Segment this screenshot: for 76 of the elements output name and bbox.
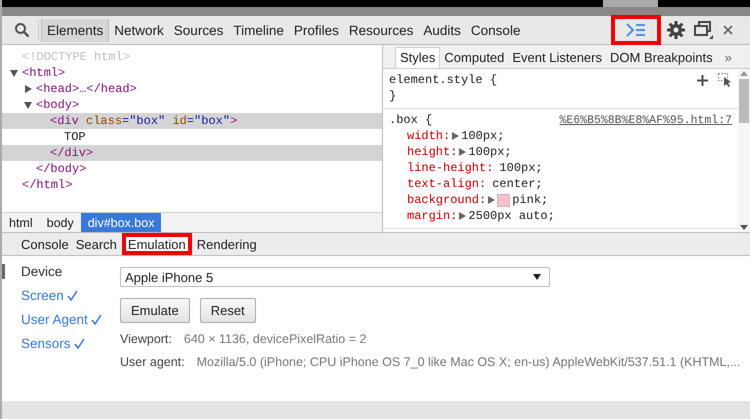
panel-tab[interactable]: Profiles bbox=[288, 18, 344, 42]
css-selector: .box { bbox=[389, 112, 432, 128]
device-select[interactable]: Apple iPhone 5 bbox=[120, 267, 550, 287]
info-value: 640 × 1136, devicePixelRatio = 2 bbox=[184, 332, 366, 346]
action-button[interactable]: Reset bbox=[200, 298, 256, 323]
panel-tab[interactable]: Audits bbox=[418, 18, 466, 42]
emulation-section-item[interactable]: Device bbox=[2, 264, 62, 279]
dock-icon[interactable] bbox=[694, 21, 714, 39]
dom-node[interactable]: <body> bbox=[36, 97, 80, 113]
panel-tab[interactable]: Resources bbox=[344, 18, 418, 42]
expanded-arrow-icon[interactable] bbox=[10, 69, 18, 77]
drawer-tab[interactable]: Emulation bbox=[122, 233, 192, 255]
close-icon[interactable] bbox=[723, 25, 733, 35]
css-property-value: 2500px auto; bbox=[468, 209, 555, 223]
source-link[interactable]: %E6%B5%8B%E8%AF%95.html:7 bbox=[559, 114, 732, 126]
sidebar-tab[interactable]: Event Listeners bbox=[508, 48, 606, 68]
breadcrumb[interactable]: body bbox=[40, 213, 81, 232]
check-icon bbox=[74, 338, 85, 349]
css-property-value: 100px; bbox=[468, 145, 512, 159]
dom-node[interactable]: <html> bbox=[22, 65, 66, 81]
css-property-name: background: bbox=[407, 193, 486, 207]
scrollbar[interactable] bbox=[738, 69, 750, 232]
drawer-tab[interactable]: Search bbox=[74, 233, 119, 255]
more-tabs-button[interactable]: » bbox=[724, 50, 732, 68]
info-value: Mozilla/5.0 (iPhone; CPU iPhone OS 7_0 like Mac OS X; en-us) AppleWebKit/537.51.1 (KHTML,... bbox=[196, 355, 740, 369]
expanded-arrow-icon[interactable] bbox=[24, 101, 32, 109]
drawer-toggle-button[interactable] bbox=[611, 15, 661, 45]
scroll-up-arrow-icon[interactable] bbox=[740, 71, 748, 76]
css-property-value: 100px; bbox=[461, 129, 504, 143]
collapsed-arrow-icon[interactable] bbox=[24, 85, 32, 93]
settings-icon[interactable] bbox=[667, 21, 685, 39]
css-property-name: margin: bbox=[407, 209, 458, 223]
css-property-name: line-height: bbox=[407, 161, 494, 175]
emulation-section-item[interactable]: User Agent bbox=[2, 312, 102, 327]
css-property-value: 100px; bbox=[499, 161, 543, 175]
panel-tab[interactable]: Elements bbox=[41, 18, 110, 42]
css-property-name: width: bbox=[407, 129, 450, 143]
drawer-tab[interactable]: Rendering bbox=[194, 233, 259, 255]
plus-icon[interactable] bbox=[697, 74, 708, 86]
sidebar-tab[interactable]: DOM Breakpoints bbox=[606, 48, 717, 68]
sidebar-tab[interactable]: Computed bbox=[440, 48, 508, 68]
check-icon bbox=[90, 314, 102, 325]
emulation-section-item[interactable]: Sensors bbox=[2, 336, 85, 351]
dom-node[interactable]: TOP bbox=[64, 129, 86, 145]
expand-arrow-icon[interactable] bbox=[459, 212, 466, 220]
breadcrumb[interactable]: div#box.box bbox=[80, 213, 162, 232]
breadcrumb[interactable]: html bbox=[2, 213, 40, 232]
search-icon[interactable] bbox=[14, 22, 30, 38]
panel-tab[interactable]: Console bbox=[466, 18, 526, 42]
scrollbar-thumb[interactable] bbox=[739, 79, 749, 123]
dom-node[interactable]: <head>…</head> bbox=[36, 81, 137, 97]
panel-tab[interactable]: Network bbox=[109, 18, 169, 42]
drawer-tab[interactable]: Console bbox=[19, 233, 71, 255]
css-property-name: text-align: bbox=[407, 177, 486, 191]
dom-node[interactable]: </html> bbox=[22, 177, 72, 193]
check-icon bbox=[66, 290, 78, 301]
info-label: User agent: bbox=[120, 355, 185, 369]
color-swatch[interactable] bbox=[497, 194, 510, 206]
emulation-section-item[interactable]: Screen bbox=[2, 288, 78, 303]
panel-tab[interactable]: Sources bbox=[168, 18, 228, 42]
action-button[interactable]: Emulate bbox=[120, 298, 190, 323]
dropdown-caret-icon bbox=[533, 274, 541, 280]
css-selector: element.style { bbox=[389, 72, 498, 88]
scroll-down-arrow-icon[interactable] bbox=[740, 225, 748, 230]
dom-node[interactable]: </body> bbox=[36, 161, 86, 177]
css-property-value: center; bbox=[492, 177, 543, 191]
element-picker-icon[interactable] bbox=[718, 73, 732, 87]
info-label: Viewport: bbox=[120, 332, 172, 346]
drawer-icon bbox=[626, 23, 646, 37]
css-property-name: height: bbox=[407, 145, 458, 159]
expand-arrow-icon[interactable] bbox=[488, 196, 496, 204]
panel-tab[interactable]: Timeline bbox=[228, 18, 289, 42]
sidebar-tab[interactable]: Styles bbox=[395, 47, 440, 68]
dom-node[interactable]: </div> bbox=[50, 145, 94, 161]
css-property-value: pink; bbox=[512, 193, 548, 207]
closing-brace: } bbox=[389, 88, 398, 104]
